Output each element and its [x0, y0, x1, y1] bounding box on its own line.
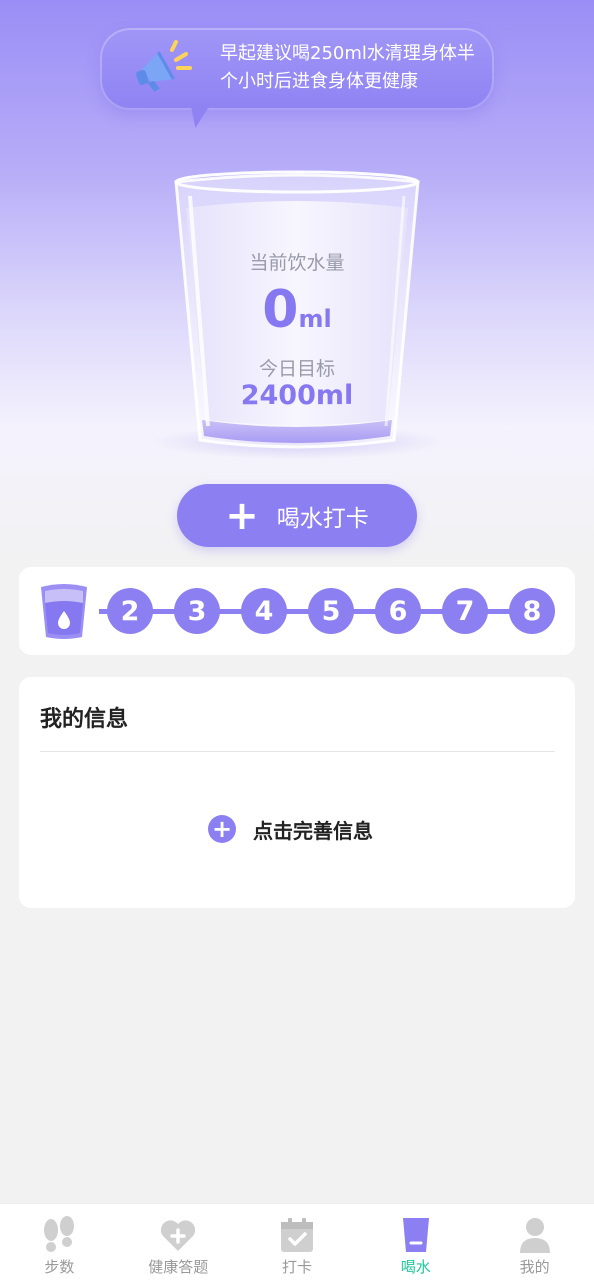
- tip-line-2: 个小时后进食身体更健康: [220, 71, 418, 92]
- megaphone-icon: [136, 40, 192, 92]
- drink-checkin-button[interactable]: + 喝水打卡: [177, 484, 417, 547]
- progress-step-6[interactable]: 6: [375, 588, 421, 634]
- tip-line-1: 早起建议喝250ml水清理身体半: [220, 43, 475, 64]
- water-cup-icon: [41, 584, 87, 639]
- divider: [40, 751, 555, 752]
- daily-target-label: 今日目标: [258, 358, 335, 380]
- drink-progress-card: 2 3 4 5 6 7 8: [19, 567, 575, 655]
- tab-drink-water[interactable]: 喝水: [356, 1204, 475, 1280]
- current-intake-value: 0ml: [172, 280, 422, 340]
- tip-text: 早起建议喝250ml水清理身体半 个小时后进食身体更健康: [220, 40, 482, 96]
- my-info-title: 我的信息: [40, 707, 129, 732]
- heart-plus-icon: [161, 1220, 196, 1251]
- water-cup-icon: [402, 1218, 429, 1252]
- current-intake-number: 0: [262, 280, 299, 340]
- current-intake-label: 当前饮水量: [249, 252, 345, 274]
- plus-icon: +: [225, 492, 259, 539]
- tab-mine[interactable]: 我的: [475, 1204, 594, 1280]
- progress-step-2[interactable]: 2: [107, 588, 153, 634]
- progress-step-4[interactable]: 4: [241, 588, 287, 634]
- current-intake-unit: ml: [298, 305, 332, 333]
- daily-target-value: 2400ml: [240, 380, 354, 411]
- progress-step-8[interactable]: 8: [509, 588, 555, 634]
- progress-step-3[interactable]: 3: [174, 588, 220, 634]
- tab-health-quiz[interactable]: 健康答题: [119, 1204, 238, 1280]
- my-info-card: 我的信息 + 点击完善信息: [19, 677, 575, 908]
- drink-checkin-label: 喝水打卡: [276, 505, 369, 532]
- calendar-check-icon: [280, 1218, 313, 1252]
- progress-step-5[interactable]: 5: [308, 588, 354, 634]
- tab-label: 打卡: [281, 1258, 312, 1276]
- tab-label: 健康答题: [148, 1258, 209, 1276]
- tab-label: 喝水: [400, 1258, 431, 1276]
- footprints-icon: [44, 1216, 75, 1252]
- tab-steps[interactable]: 步数: [0, 1204, 119, 1280]
- progress-step-7[interactable]: 7: [442, 588, 488, 634]
- complete-info-button[interactable]: + 点击完善信息: [208, 814, 373, 844]
- bottom-tab-bar: 步数 健康答题 打卡 喝水 我的: [0, 1203, 594, 1280]
- tab-label: 步数: [44, 1258, 75, 1276]
- tab-label: 我的: [519, 1258, 550, 1276]
- tab-checkin[interactable]: 打卡: [238, 1204, 357, 1280]
- user-icon: [519, 1218, 550, 1253]
- plus-circle-icon: +: [208, 815, 236, 843]
- complete-info-label: 点击完善信息: [253, 818, 373, 843]
